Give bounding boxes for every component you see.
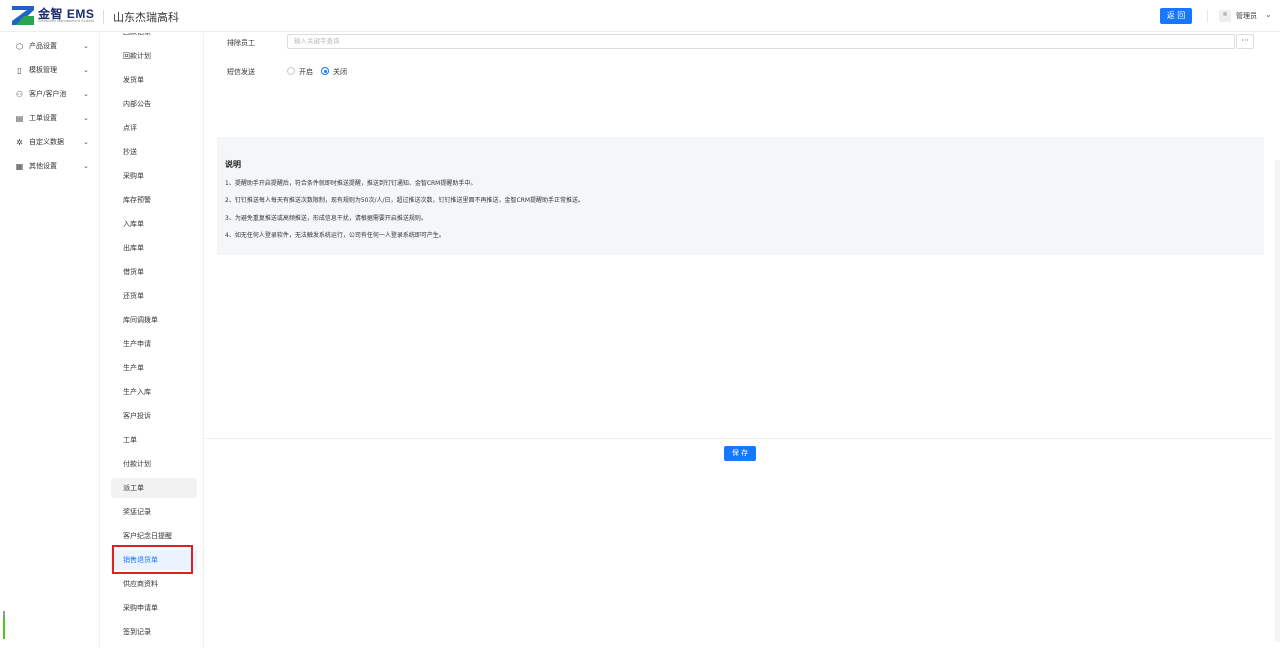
submenu-item[interactable]: 抄送	[111, 142, 197, 162]
grid-icon: ▦	[15, 161, 24, 171]
submenu-item[interactable]: 签到记录	[111, 622, 197, 642]
description-panel: 说明 1、提醒助手开启提醒后，符合条件就即时推送提醒，推送到钉钉通知、金智CRM…	[217, 137, 1264, 255]
exclude-staff-label: 排除员工	[227, 39, 255, 47]
submenu-item[interactable]: 内部公告	[111, 94, 197, 114]
logo-text: 金智 EMS	[38, 6, 95, 21]
submenu-item[interactable]: 供应商资料	[111, 574, 197, 594]
sidebar-item-work-order-settings[interactable]: ▤ 工单设置 ⌄	[15, 110, 93, 126]
cube-icon: ⬡	[16, 41, 23, 51]
description-line: 3、为避免重复推送或高频推送，形成信息干扰，请根据需要开启推送规则。	[225, 215, 427, 222]
header-divider	[103, 10, 104, 24]
submenu-item[interactable]: 采购申请单	[111, 598, 197, 618]
description-line: 4、如无任何人登录软件，无法触发系统运行，公司有任何一人登录系统即可产生。	[225, 232, 445, 239]
sidebar-item-label: 自定义数据	[29, 138, 64, 146]
footer-divider	[204, 438, 1272, 439]
template-icon: ▯	[17, 65, 22, 75]
description-line: 1、提醒助手开启提醒后，符合条件就即时推送提醒，推送到钉钉通知、金智CRM提醒助…	[225, 180, 477, 187]
submenu-item[interactable]: 发货单	[111, 70, 197, 90]
submenu-item[interactable]: 还货单	[111, 286, 197, 306]
chevron-down-icon: ⌄	[83, 90, 89, 98]
description-line: 2、钉钉推送每人每天有推送次数限制，现有规则为50次/人/日，超过推送次数，钉钉…	[225, 197, 585, 204]
submenu-item[interactable]: 派工单	[111, 478, 197, 498]
sms-off-radio[interactable]	[321, 67, 329, 75]
sidebar: ⬡ 产品设置 ⌄ ▯ 模板管理 ⌄ ⚇ 客户/客户池 ⌄ ▤ 工单设置 ⌄ ✲ …	[0, 33, 100, 648]
custom-data-icon: ✲	[16, 137, 23, 147]
submenu-item[interactable]: 入库单	[111, 214, 197, 234]
submenu-item[interactable]: 采购单	[111, 166, 197, 186]
submenu-item[interactable]: 生产申请	[111, 334, 197, 354]
sidebar-item-label: 工单设置	[29, 114, 57, 122]
scroll-indicator-cap	[3, 611, 5, 617]
submenu-item[interactable]: 付款计划	[111, 454, 197, 474]
submenu-item[interactable]: 出库单	[111, 238, 197, 258]
submenu-item[interactable]: 奖惩记录	[111, 502, 197, 522]
sms-on-label[interactable]: 开启	[299, 67, 313, 77]
submenu-item[interactable]: 客户纪念日提醒	[111, 526, 197, 546]
submenu-item[interactable]: 客户投诉	[111, 406, 197, 426]
back-button[interactable]: 返 回	[1160, 8, 1192, 24]
user-name[interactable]: 管理员	[1236, 11, 1257, 21]
chevron-down-icon: ⌄	[83, 66, 89, 74]
logo-mark-icon	[12, 6, 34, 25]
app-logo[interactable]: 金智 EMS Enterprise Management System	[12, 6, 94, 25]
chevron-down-icon: ⌄	[83, 162, 89, 170]
sidebar-item-label: 产品设置	[29, 42, 57, 50]
chevron-down-icon: ⌄	[83, 114, 89, 122]
submenu-item[interactable]: 点评	[111, 118, 197, 138]
chevron-down-icon[interactable]: ⌄	[1265, 10, 1272, 19]
submenu-item[interactable]: 回款记录	[111, 33, 197, 42]
exclude-staff-input[interactable]: 输入关键字查询	[287, 34, 1235, 49]
work-order-icon: ▤	[15, 113, 24, 123]
sidebar-item-label: 模板管理	[29, 66, 57, 74]
top-header: 金智 EMS Enterprise Management System 山东杰瑞…	[0, 0, 1280, 32]
save-button[interactable]: 保 存	[724, 446, 756, 461]
header-divider-2	[1207, 10, 1208, 22]
submenu-item[interactable]: 库存预警	[111, 190, 197, 210]
more-options-button[interactable]: ···	[1236, 34, 1254, 49]
submenu-item[interactable]: 生产单	[111, 358, 197, 378]
sms-on-radio[interactable]	[287, 67, 295, 75]
submenu-item[interactable]: 回款计划	[111, 46, 197, 66]
chevron-down-icon: ⌄	[83, 138, 89, 146]
submenu-item[interactable]: 库间调拨单	[111, 310, 197, 330]
submenu-item[interactable]: 工单	[111, 430, 197, 450]
sidebar-item-label: 客户/客户池	[29, 90, 67, 98]
sidebar-item-template-management[interactable]: ▯ 模板管理 ⌄	[15, 62, 93, 78]
highlight-box	[112, 545, 193, 574]
company-name: 山东杰瑞高科	[113, 11, 179, 24]
sms-off-label[interactable]: 关闭	[333, 67, 347, 77]
sidebar-item-other-settings[interactable]: ▦ 其他设置 ⌄	[15, 158, 93, 174]
submenu-item[interactable]: 生产入库	[111, 382, 197, 402]
sidebar-item-product-settings[interactable]: ⬡ 产品设置 ⌄	[15, 38, 93, 54]
sidebar-item-customers[interactable]: ⚇ 客户/客户池 ⌄	[15, 86, 93, 102]
user-avatar-icon[interactable]	[1219, 10, 1231, 22]
chevron-down-icon: ⌄	[83, 42, 89, 50]
logo-subtext: Enterprise Management System	[38, 18, 95, 23]
sidebar-item-custom-data[interactable]: ✲ 自定义数据 ⌄	[15, 134, 93, 150]
sms-send-label: 短信发送	[227, 68, 255, 76]
submenu-item[interactable]: 借货单	[111, 262, 197, 282]
description-title: 说明	[225, 160, 241, 169]
scrollbar[interactable]	[1275, 160, 1280, 642]
sidebar-item-label: 其他设置	[29, 162, 57, 170]
customers-icon: ⚇	[15, 89, 24, 99]
